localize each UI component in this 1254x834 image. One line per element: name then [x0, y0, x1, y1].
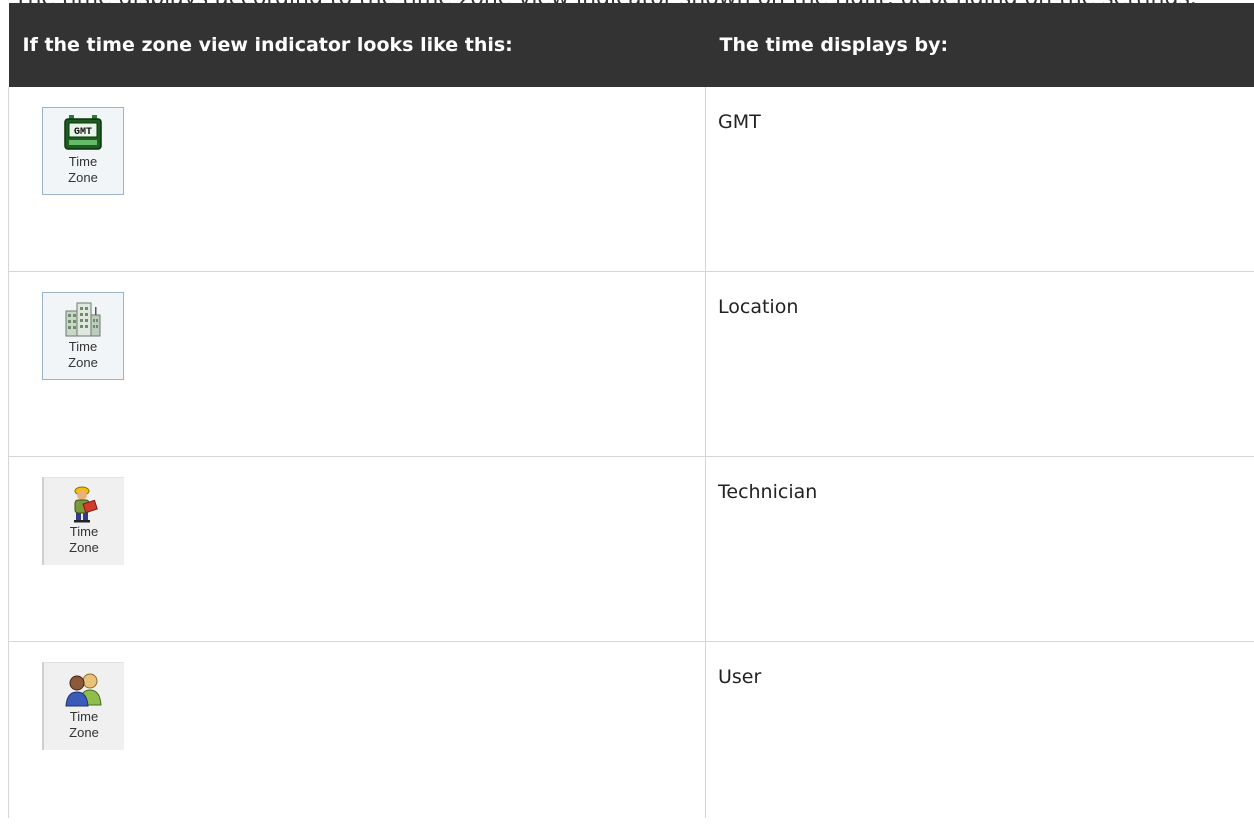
time-zone-label: Time Zone: [68, 339, 98, 370]
indicator-cell: Time Zone: [8, 271, 706, 457]
gmt-clock-icon: GMT: [64, 115, 102, 150]
time-zone-gmt-button: GMT Time Zone: [42, 107, 124, 195]
header-indicator: If the time zone view indicator looks li…: [8, 3, 706, 87]
table-row: Time Zone User: [8, 641, 1254, 818]
time-zone-table: If the time zone view indicator looks li…: [8, 3, 1254, 818]
table-row: Time Zone Technician: [8, 456, 1254, 642]
technician-icon: [74, 486, 98, 523]
indicator-cell: GMT Time Zone: [8, 87, 706, 272]
building-location-icon: [65, 302, 101, 337]
value-gmt: GMT: [718, 111, 761, 133]
gmt-icon-text: GMT: [74, 127, 92, 138]
table-header-row: If the time zone view indicator looks li…: [8, 3, 1254, 87]
table-row: GMT Time Zone GMT: [8, 87, 1254, 272]
value-technician: Technician: [718, 481, 818, 503]
value-location: Location: [718, 296, 799, 318]
time-zone-location-button: Time Zone: [42, 292, 124, 380]
time-zone-label: Time Zone: [68, 154, 98, 185]
time-zone-label: Time Zone: [69, 709, 99, 740]
value-cell: Location: [705, 271, 1254, 457]
value-cell: User: [705, 641, 1254, 818]
time-zone-technician-button: Time Zone: [42, 477, 124, 565]
time-zone-user-button: Time Zone: [42, 662, 124, 750]
value-cell: GMT: [705, 87, 1254, 272]
table-row: Time Zone Location: [8, 271, 1254, 457]
indicator-cell: Time Zone: [8, 641, 706, 818]
time-zone-label: Time Zone: [69, 524, 99, 555]
value-user: User: [718, 666, 762, 688]
users-icon: [65, 673, 102, 707]
value-cell: Technician: [705, 456, 1254, 642]
indicator-cell: Time Zone: [8, 456, 706, 642]
header-time-displays-by: The time displays by:: [705, 3, 1254, 87]
